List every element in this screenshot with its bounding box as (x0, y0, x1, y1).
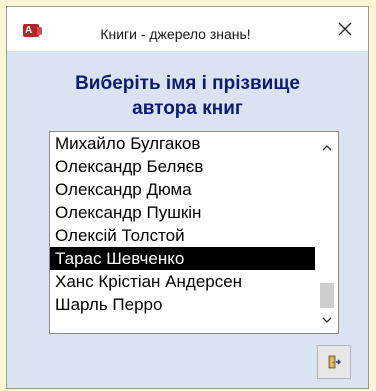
dialog-window: A Книги - джерело знань! Виберіть імя і … (6, 6, 369, 389)
scroll-down-button[interactable] (316, 309, 338, 331)
list-item[interactable]: Олексій Толстой (50, 224, 315, 247)
list-item[interactable]: Олександр Беляєв (50, 155, 315, 178)
list-item[interactable]: Олександр Дюма (50, 178, 315, 201)
list-item[interactable]: Ханс Крістіан Андерсен (50, 270, 315, 293)
close-button[interactable] (322, 7, 368, 51)
exit-button[interactable] (317, 345, 351, 379)
author-list-items: Михайло Булгаков Олександр Беляєв Олекса… (50, 132, 315, 316)
list-item-selected[interactable]: Тарас Шевченко (50, 247, 315, 270)
exit-door-icon (328, 355, 341, 369)
title-bar[interactable]: A Книги - джерело знань! (7, 7, 368, 51)
vertical-scrollbar[interactable] (316, 132, 338, 333)
form-heading: Виберіть імя і прізвище автора книг (7, 71, 368, 121)
scroll-up-button[interactable] (316, 136, 338, 158)
heading-line-2: автора книг (132, 98, 243, 119)
author-listbox[interactable]: Михайло Булгаков Олександр Беляєв Олекса… (49, 131, 339, 334)
scroll-thumb[interactable] (320, 283, 334, 308)
heading-line-1: Виберіть імя і прізвище (75, 73, 300, 94)
chevron-down-icon (322, 317, 332, 323)
window-title: Книги - джерело знань! (100, 26, 251, 42)
list-item[interactable]: Олександр Пушкін (50, 201, 315, 224)
close-icon (338, 22, 352, 36)
chevron-up-icon (322, 144, 332, 150)
list-item[interactable]: Шарль Перро (50, 293, 315, 316)
list-item[interactable]: Михайло Булгаков (50, 132, 315, 155)
